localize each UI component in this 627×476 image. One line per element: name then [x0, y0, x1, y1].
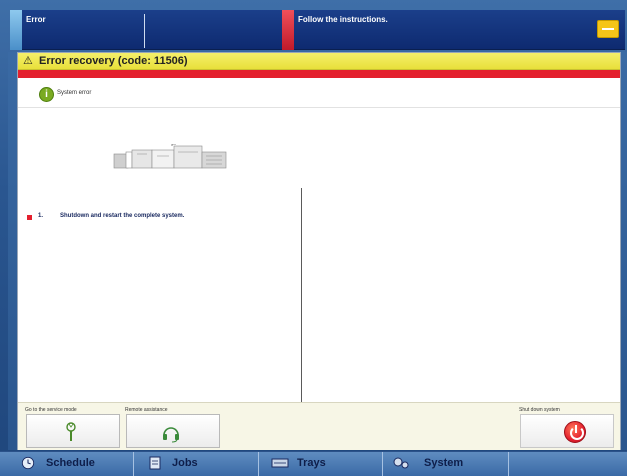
shutdown-label: Shut down system	[519, 407, 560, 413]
wrench-icon	[66, 422, 76, 441]
nav-item-jobs[interactable]: Jobs	[172, 451, 198, 476]
step-number: 1.	[38, 213, 44, 219]
nav-separator	[382, 452, 383, 476]
nav-separator	[508, 452, 509, 476]
system-icon	[393, 457, 409, 469]
remote-assistance-label: Remote assistance	[125, 407, 168, 413]
dialog-header: ⚠ Error recovery (code: 11506)	[18, 53, 620, 70]
service-mode-button[interactable]	[26, 414, 120, 448]
headset-icon	[163, 427, 179, 443]
power-icon	[564, 421, 586, 443]
schedule-icon	[21, 456, 35, 470]
trays-icon	[271, 458, 289, 468]
status-label: Error	[26, 15, 46, 24]
jobs-icon	[149, 456, 161, 470]
status-message: Follow the instructions.	[298, 15, 388, 24]
app-window: Error Follow the instructions. ⚠ Error r…	[0, 0, 627, 476]
warning-icon: ⚠	[23, 55, 33, 67]
step-marker	[27, 215, 32, 220]
service-mode-label: Go to the service mode	[25, 407, 77, 413]
shutdown-button[interactable]	[520, 414, 614, 448]
nav-item-system[interactable]: System	[424, 451, 463, 476]
right-edge	[621, 52, 627, 450]
nav-item-schedule[interactable]: Schedule	[46, 451, 95, 476]
nav-separator	[258, 452, 259, 476]
info-icon: i	[39, 87, 54, 102]
panel-divider	[301, 188, 302, 402]
remote-assistance-button[interactable]	[126, 414, 220, 448]
status-indicator	[10, 10, 22, 50]
info-text: System error	[57, 90, 92, 96]
left-edge	[8, 52, 17, 450]
lock-icon[interactable]	[597, 20, 619, 38]
dialog-title: Error recovery (code: 11506)	[39, 55, 188, 67]
printer-system-icon	[113, 144, 227, 169]
message-indicator	[282, 10, 294, 50]
error-recovery-dialog: ⚠ Error recovery (code: 11506)	[17, 52, 621, 450]
separator	[18, 107, 620, 108]
alert-bar	[18, 70, 620, 78]
nav-separator	[133, 452, 134, 476]
nav-item-trays[interactable]: Trays	[297, 451, 326, 476]
top-divider	[144, 14, 145, 48]
step-text: Shutdown and restart the complete system…	[60, 213, 185, 219]
